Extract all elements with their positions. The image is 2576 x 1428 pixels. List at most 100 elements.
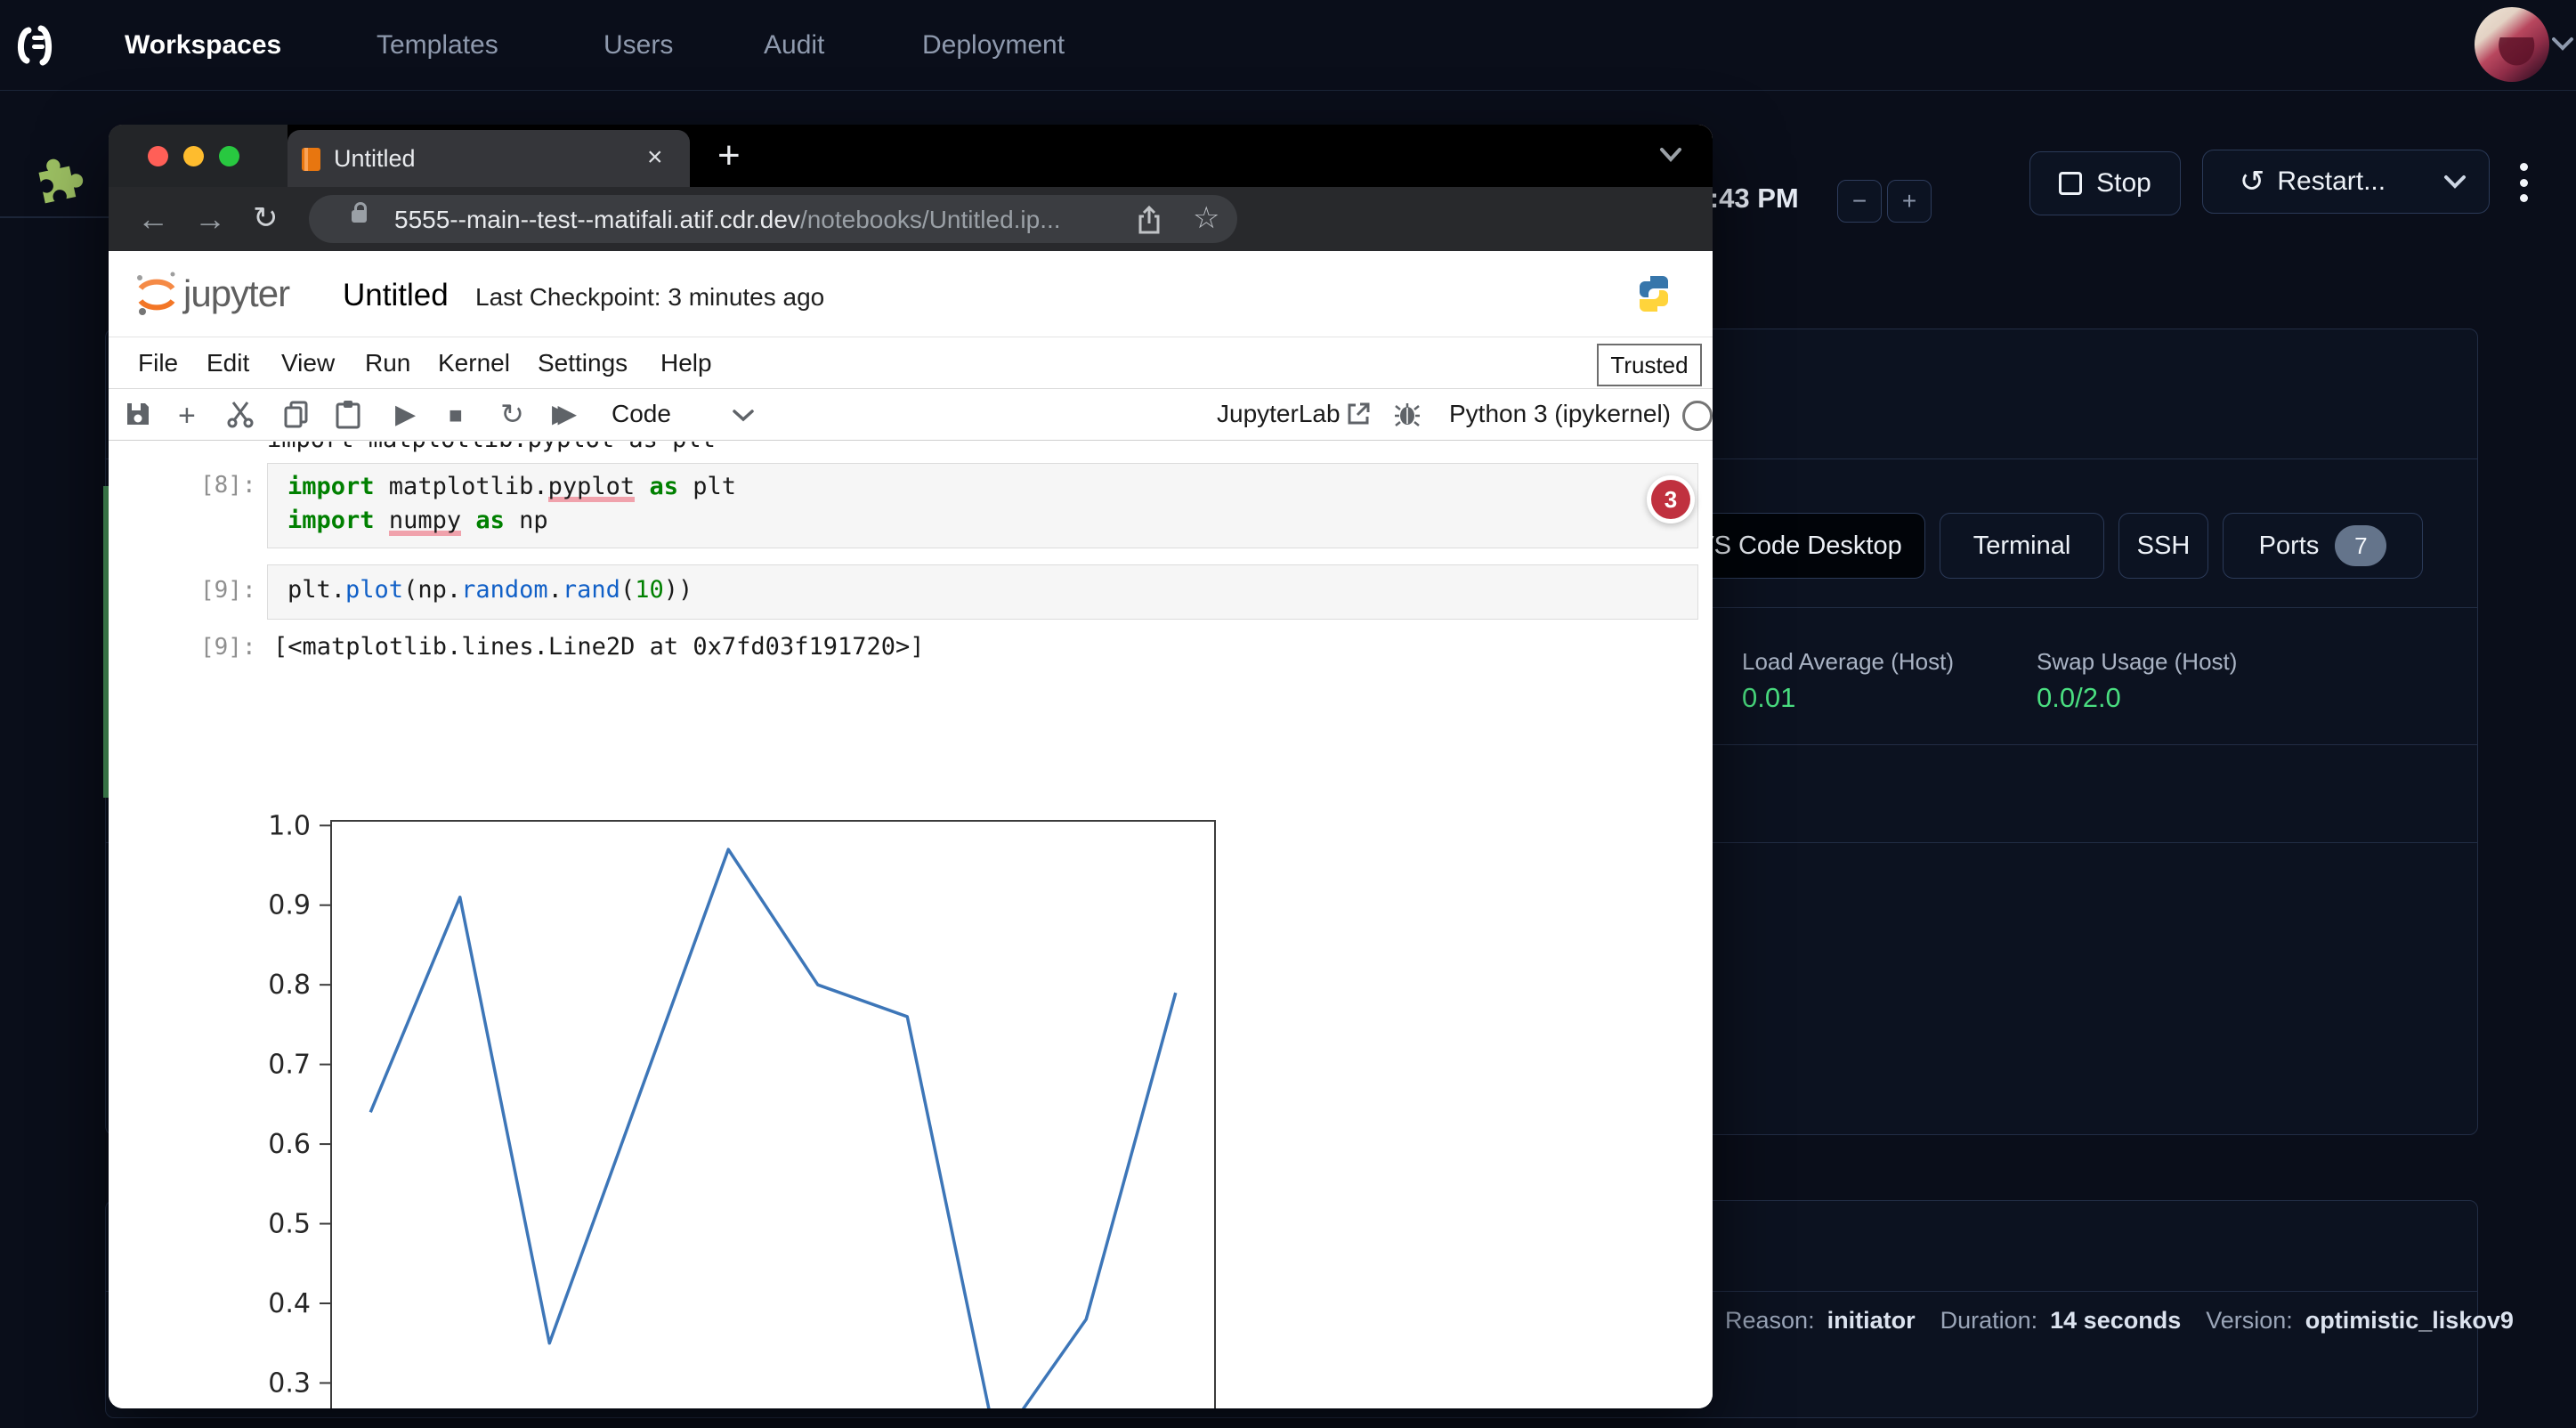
output-text: [<matplotlib.lines.Line2D at 0x7fd03f191… — [273, 633, 925, 661]
cell-type-dropdown[interactable]: Code — [612, 400, 671, 428]
open-jupyterlab-link[interactable]: JupyterLab — [1217, 400, 1341, 428]
checkpoint-text: Last Checkpoint: 3 minutes ago — [475, 283, 824, 312]
stat-label-load: Load Average (Host) — [1742, 648, 1954, 676]
back-icon[interactable]: ← — [137, 200, 169, 238]
cut-icon[interactable] — [226, 401, 255, 429]
code-cell[interactable]: import matplotlib.pyplot as plt import n… — [267, 463, 1698, 548]
ports-count-badge: 7 — [2335, 525, 2386, 566]
chevron-down-icon — [2443, 174, 2467, 189]
svg-text:0.7: 0.7 — [268, 1050, 311, 1081]
trusted-badge[interactable]: Trusted — [1597, 344, 1702, 386]
terminal-button[interactable]: Terminal — [1940, 513, 2104, 579]
svg-text:1.0: 1.0 — [268, 810, 311, 841]
share-icon[interactable] — [1137, 205, 1162, 235]
stat-value-swap: 0.0/2.0 — [2037, 682, 2121, 714]
stop-icon — [2059, 172, 2082, 195]
extension-puzzle-icon[interactable] — [27, 150, 85, 208]
extension-count-badge: 3 — [1647, 475, 1695, 523]
menu-kernel[interactable]: Kernel — [438, 349, 510, 377]
menu-file[interactable]: File — [138, 349, 178, 377]
menu-help[interactable]: Help — [660, 349, 712, 377]
meta-label-reason: Reason: — [1725, 1307, 1815, 1335]
zoom-out-button[interactable]: − — [1837, 180, 1882, 223]
tab-title: Untitled — [334, 145, 416, 173]
code-cell[interactable]: plt.plot(np.random.rand(10)) — [267, 564, 1698, 620]
jupyter-toolbar: + ▶ ■ ↻ ▶▶ Code JupyterLab — [109, 388, 1713, 441]
python-logo-icon — [1632, 272, 1675, 315]
paste-icon[interactable] — [335, 400, 361, 429]
chevron-down-icon[interactable] — [2551, 36, 2574, 52]
meta-label-duration: Duration: — [1940, 1307, 2038, 1335]
restart-dropdown-button[interactable] — [2420, 150, 2490, 214]
cell-type-chevron-icon[interactable] — [732, 409, 755, 423]
jupyter-header: jupyter Untitled Last Checkpoint: 3 minu… — [109, 251, 1713, 337]
new-tab-button[interactable]: + — [717, 134, 741, 178]
menu-settings[interactable]: Settings — [538, 349, 628, 377]
cell-prompt: [8]: — [200, 472, 256, 499]
svg-text:0.9: 0.9 — [268, 890, 311, 921]
menu-view[interactable]: View — [281, 349, 335, 377]
zoom-in-button[interactable]: + — [1887, 180, 1932, 223]
browser-url-bar: ← → ↻ 5555--main--test--matifali.atif.cd… — [109, 187, 1713, 251]
jupyter-logo — [134, 271, 180, 317]
browser-tab-bar: Untitled × + — [109, 125, 1713, 187]
jupyter-brand-text: jupyter — [183, 272, 289, 315]
coder-logo[interactable] — [14, 25, 61, 66]
svg-text:0.6: 0.6 — [268, 1129, 311, 1160]
restart-run-all-icon[interactable]: ▶▶ — [552, 399, 563, 428]
ports-button[interactable]: Ports 7 — [2223, 513, 2423, 579]
lock-icon[interactable] — [352, 210, 367, 223]
copy-icon[interactable] — [283, 401, 310, 429]
matplotlib-line-chart: 024680.20.30.40.50.60.70.80.91.0 — [330, 820, 1216, 1408]
nav-item-audit[interactable]: Audit — [764, 0, 824, 90]
bookmark-star-icon[interactable]: ☆ — [1193, 200, 1219, 236]
restart-kernel-icon[interactable]: ↻ — [500, 397, 524, 431]
jupyter-favicon — [302, 148, 320, 171]
kernel-status-icon — [1682, 401, 1713, 431]
macos-zoom-button[interactable] — [219, 146, 239, 166]
workspace-menu-kebab[interactable] — [2516, 163, 2531, 202]
browser-tab[interactable]: Untitled × — [288, 130, 690, 187]
meta-value-duration: 14 seconds — [2050, 1307, 2181, 1335]
clipped-previous-line: import matplotlib.pyplot as plt — [267, 442, 1068, 456]
debugger-bug-icon[interactable] — [1394, 401, 1421, 427]
meta-value-version: optimistic_liskov9 — [2305, 1307, 2514, 1335]
stat-value-load: 0.01 — [1742, 682, 1795, 714]
svg-text:0.3: 0.3 — [268, 1367, 311, 1399]
nav-item-deployment[interactable]: Deployment — [922, 0, 1065, 90]
reload-icon[interactable]: ↻ — [253, 200, 279, 236]
macos-minimize-button[interactable] — [183, 146, 204, 166]
jupyter-menubar: File Edit View Run Kernel Settings Help … — [109, 337, 1713, 389]
insert-cell-icon[interactable]: + — [178, 399, 196, 434]
left-rail-divider — [0, 216, 109, 218]
tab-search-chevron-icon[interactable] — [1657, 146, 1684, 164]
nav-item-users[interactable]: Users — [603, 0, 673, 90]
forward-icon[interactable]: → — [194, 200, 226, 238]
external-link-icon[interactable] — [1346, 402, 1371, 426]
stop-button[interactable]: Stop — [2029, 151, 2181, 215]
nav-item-workspaces[interactable]: Workspaces — [125, 0, 281, 90]
output-prompt: [9]: — [200, 634, 256, 661]
address-pill[interactable]: 5555--main--test--matifali.atif.cdr.dev/… — [309, 195, 1237, 243]
top-nav: Workspaces Templates Users Audit Deploym… — [0, 0, 2576, 91]
nav-item-templates[interactable]: Templates — [377, 0, 498, 90]
interrupt-kernel-icon[interactable]: ■ — [449, 402, 463, 429]
build-meta-row: Reason:initiator Duration:14 seconds Ver… — [1725, 1307, 2526, 1335]
restart-button[interactable]: ↺ Restart... — [2202, 150, 2423, 214]
tab-close-icon[interactable]: × — [647, 142, 663, 173]
user-avatar[interactable] — [2475, 7, 2549, 82]
ssh-button[interactable]: SSH — [2118, 513, 2208, 579]
run-cell-icon[interactable]: ▶ — [395, 399, 416, 430]
macos-close-button[interactable] — [148, 146, 168, 166]
notebook-title[interactable]: Untitled — [343, 278, 449, 313]
svg-text:0.5: 0.5 — [268, 1209, 311, 1240]
svg-text:0.8: 0.8 — [268, 970, 311, 1001]
menu-run[interactable]: Run — [365, 349, 410, 377]
url-text: 5555--main--test--matifali.atif.cdr.dev/… — [394, 206, 1061, 234]
kernel-name[interactable]: Python 3 (ipykernel) — [1449, 400, 1671, 428]
restart-icon: ↺ — [2240, 164, 2265, 199]
stat-label-swap: Swap Usage (Host) — [2037, 648, 2237, 676]
save-icon[interactable] — [125, 401, 151, 427]
jupyter-app: jupyter Untitled Last Checkpoint: 3 minu… — [109, 251, 1713, 1408]
menu-edit[interactable]: Edit — [207, 349, 249, 377]
